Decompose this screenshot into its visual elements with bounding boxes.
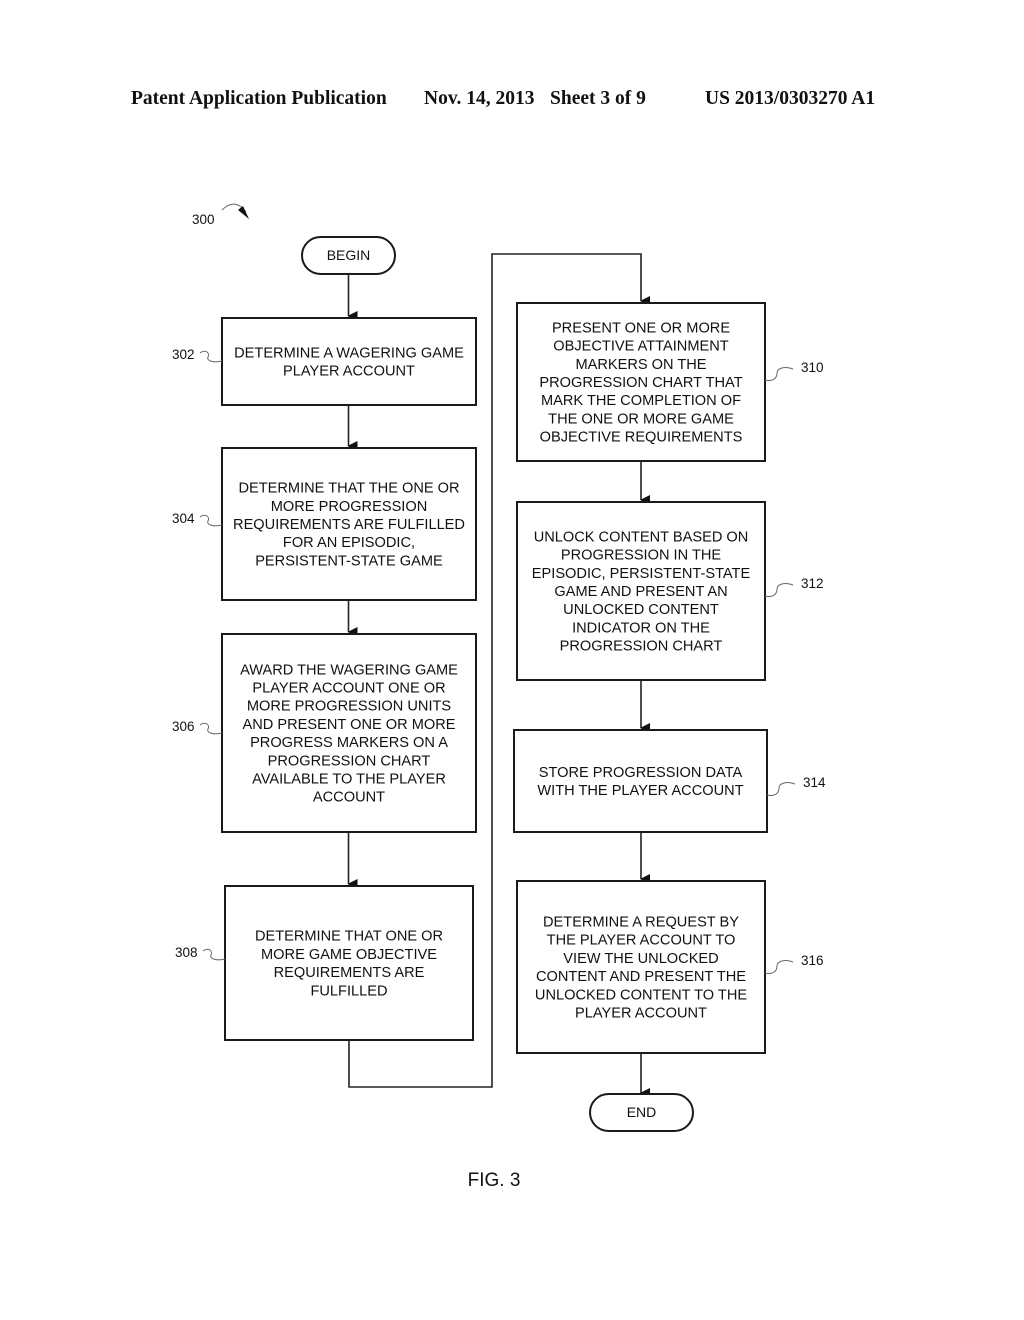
step-text-line: AVAILABLE TO THE PLAYER <box>252 772 446 788</box>
step-302: DETERMINE A WAGERING GAME PLAYER ACCOUNT 3… <box>172 317 477 406</box>
step-ref-label: 306 <box>172 719 195 734</box>
step-ref-label: 316 <box>801 953 824 968</box>
figure-caption: FIG. 3 <box>468 1170 521 1191</box>
step-ref-label: 302 <box>172 347 195 362</box>
end-label: END <box>627 1104 657 1120</box>
figure-ref-arrow-icon <box>238 206 249 219</box>
step-text-line: INDICATOR ON THE <box>572 620 710 636</box>
step-text-line: DETERMINE A REQUEST BY <box>543 915 739 931</box>
step-ref-label: 312 <box>801 576 824 591</box>
step-text-line: DETERMINE A WAGERING GAME <box>234 345 464 361</box>
step-ref-leader <box>199 350 223 363</box>
step-text-line: MARKERS ON THE <box>575 357 706 373</box>
step-text-line: PROGRESSION CHART <box>560 639 723 655</box>
step-text-line: PROGRESSION CHART THAT <box>539 375 742 391</box>
step-312: UNLOCK CONTENT BASED ON PROGRESSION IN TH… <box>516 501 824 681</box>
step-box <box>516 880 766 1054</box>
step-ref-label: 310 <box>801 360 824 375</box>
step-text-line: OBJECTIVE REQUIREMENTS <box>540 430 743 446</box>
step-308: DETERMINE THAT ONE OR MORE GAME OBJECTIVE… <box>175 885 474 1041</box>
step-304: DETERMINE THAT THE ONE OR MORE PROGRESSIO… <box>172 447 477 601</box>
step-ref-leader <box>199 722 223 735</box>
step-ref-leader <box>764 583 794 597</box>
step-box <box>221 317 477 406</box>
step-ref-label: 314 <box>803 775 826 790</box>
step-316: DETERMINE A REQUEST BY THE PLAYER ACCOUNT… <box>516 880 824 1054</box>
step-ref-leader <box>199 514 223 527</box>
step-text-line: MORE GAME OBJECTIVE <box>261 947 437 963</box>
step-text-line: UNLOCKED CONTENT TO THE <box>535 987 747 1003</box>
step-text-line: PLAYER ACCOUNT <box>283 364 415 380</box>
step-text-line: THE ONE OR MORE GAME <box>548 411 734 427</box>
step-text-line: AWARD THE WAGERING GAME <box>240 662 458 678</box>
step-text-line: DETERMINE THAT ONE OR <box>255 929 443 945</box>
step-text-line: PRESENT ONE OR MORE <box>552 320 730 336</box>
begin-label: BEGIN <box>327 247 371 263</box>
step-box <box>224 885 474 1041</box>
figure-ref-label: 300 <box>192 212 215 227</box>
step-text-line: MORE PROGRESSION <box>271 499 428 515</box>
step-ref-leader <box>766 782 796 796</box>
step-text-line: CONTENT AND PRESENT THE <box>536 969 746 985</box>
step-text-line: STORE PROGRESSION DATA <box>539 765 743 781</box>
flowchart: 300 BEGIN END DETERMINE A WAGERING GAME P… <box>172 203 826 1191</box>
step-text-line: GAME AND PRESENT AN <box>554 584 727 600</box>
step-text-line: UNLOCKED CONTENT <box>563 602 719 618</box>
step-text-line: WITH THE PLAYER ACCOUNT <box>537 783 743 799</box>
process-steps: DETERMINE A WAGERING GAME PLAYER ACCOUNT 3… <box>172 302 826 1054</box>
step-306: AWARD THE WAGERING GAME PLAYER ACCOUNT ON… <box>172 633 477 833</box>
step-text-line: DETERMINE THAT THE ONE OR <box>238 481 459 497</box>
step-text-line: PROGRESS MARKERS ON A <box>250 735 448 751</box>
step-text-line: AND PRESENT ONE OR MORE <box>243 717 456 733</box>
step-text-line: VIEW THE UNLOCKED <box>563 951 718 967</box>
step-text-line: MORE PROGRESSION UNITS <box>247 699 452 715</box>
step-text-line: MARK THE COMPLETION OF <box>541 393 741 409</box>
step-ref-leader <box>764 367 794 381</box>
step-310: PRESENT ONE OR MORE OBJECTIVE ATTAINMENT M… <box>516 302 824 462</box>
step-text-line: UNLOCK CONTENT BASED ON <box>534 529 749 545</box>
step-text-line: THE PLAYER ACCOUNT TO <box>547 933 736 949</box>
step-text-line: PROGRESSION IN THE <box>561 548 722 564</box>
step-ref-leader <box>764 960 794 974</box>
step-text-line: PERSISTENT-STATE GAME <box>255 553 443 569</box>
step-text-line: REQUIREMENTS ARE FULFILLED <box>233 517 465 533</box>
step-text-line: FOR AN EPISODIC, <box>283 535 415 551</box>
step-ref-leader <box>202 948 226 961</box>
step-314: STORE PROGRESSION DATA WITH THE PLAYER AC… <box>513 729 826 833</box>
step-ref-label: 304 <box>172 511 195 526</box>
step-text-line: PLAYER ACCOUNT <box>575 1006 707 1022</box>
step-text-line: EPISODIC, PERSISTENT-STATE <box>532 566 751 582</box>
step-ref-label: 308 <box>175 945 198 960</box>
step-text-line: ACCOUNT <box>313 790 385 806</box>
step-text-line: PLAYER ACCOUNT ONE OR <box>252 681 445 697</box>
step-text-line: OBJECTIVE ATTAINMENT <box>553 339 728 355</box>
step-text-line: FULFILLED <box>310 983 387 999</box>
step-text-line: REQUIREMENTS ARE <box>274 965 425 981</box>
step-text-line: PROGRESSION CHART <box>268 753 431 769</box>
step-box <box>513 729 768 833</box>
